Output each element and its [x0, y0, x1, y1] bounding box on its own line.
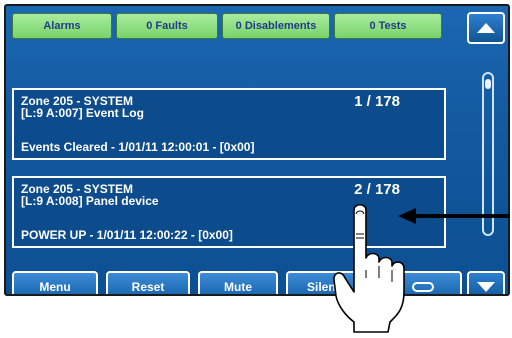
reset-button[interactable]: Reset [106, 271, 190, 294]
tab-disablements[interactable]: 0 Disablements [222, 13, 330, 39]
event-detail: POWER UP - 1/01/11 12:00:22 - [0x00] [21, 228, 233, 242]
event-count: 2 / 178 [354, 181, 400, 198]
event-entry-1[interactable]: Zone 205 - SYSTEM [L:9 A:007] Event Log … [12, 88, 446, 160]
triangle-down-icon [477, 282, 495, 292]
tab-faults[interactable]: 0 Faults [116, 13, 218, 39]
menu-button[interactable]: Menu [12, 271, 98, 294]
touchscreen-panel: Alarms 0 Faults 0 Disablements 0 Tests Z… [4, 4, 510, 296]
scroll-up-button[interactable] [467, 12, 505, 44]
scroll-down-button[interactable] [467, 271, 505, 294]
event-location: [L:9 A:007] Event Log [21, 106, 144, 120]
tab-tests[interactable]: 0 Tests [334, 13, 442, 39]
mute-button[interactable]: Mute [198, 271, 278, 294]
event-detail: Events Cleared - 1/01/11 12:00:01 - [0x0… [21, 140, 255, 154]
status-tabs: Alarms 0 Faults 0 Disablements 0 Tests [12, 13, 442, 39]
triangle-up-icon [477, 23, 495, 33]
pointing-hand-icon [333, 203, 405, 333]
scrollbar-thumb[interactable] [485, 79, 491, 89]
event-location: [L:9 A:008] Panel device [21, 194, 159, 208]
event-count: 1 / 178 [354, 93, 400, 110]
tab-alarms[interactable]: Alarms [12, 13, 112, 39]
left-arrow-icon [398, 208, 510, 224]
